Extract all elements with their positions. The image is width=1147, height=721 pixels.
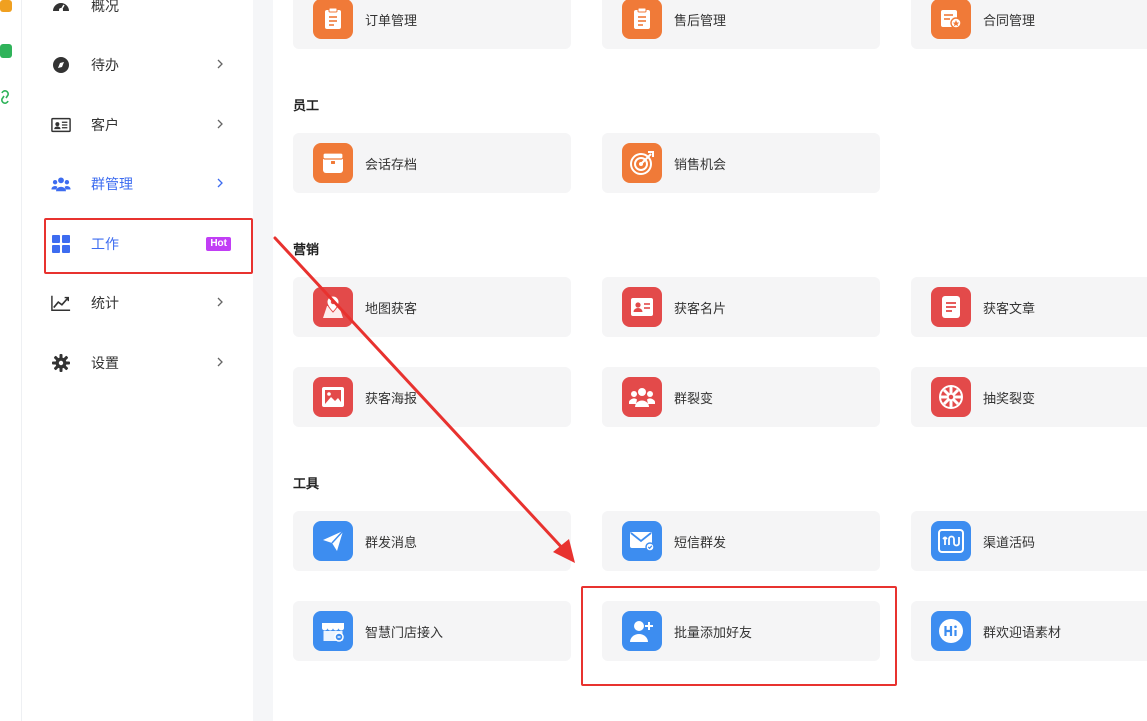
- chevron-right-icon: [217, 297, 223, 307]
- sidebar-item-label: 客户: [91, 117, 119, 133]
- card-label: 获客文章: [983, 300, 1036, 316]
- card-label: 地图获客: [365, 300, 418, 316]
- sidebar: 概况 待办 客户 群管理 工作 Hot 统计 设置: [23, 0, 253, 721]
- add-user-icon: [622, 611, 662, 651]
- business-card-icon: [622, 287, 662, 327]
- card-mass-message[interactable]: 群发消息: [293, 511, 571, 571]
- card-smart-store[interactable]: 智慧门店接入: [293, 601, 571, 661]
- sidebar-item-work[interactable]: 工作 Hot: [45, 224, 251, 264]
- card-sales-opportunity[interactable]: 销售机会: [602, 133, 880, 193]
- card-label: 短信群发: [674, 534, 727, 550]
- card-contract-management[interactable]: 合同管理: [911, 0, 1147, 49]
- sidebar-item-label: 工作: [91, 236, 119, 252]
- card-label: 智慧门店接入: [365, 624, 444, 640]
- card-label: 批量添加好友: [674, 624, 753, 640]
- group-icon: [51, 174, 71, 194]
- card-welcome-material[interactable]: 群欢迎语素材: [911, 601, 1147, 661]
- gear-icon: [51, 353, 71, 373]
- card-label: 会话存档: [365, 156, 418, 172]
- card-label: 销售机会: [674, 156, 727, 172]
- card-label: 渠道活码: [983, 534, 1036, 550]
- card-lottery-fission[interactable]: 抽奖裂变: [911, 367, 1147, 427]
- card-poster[interactable]: 获客海报: [293, 367, 571, 427]
- app-root: 概况 待办 客户 群管理 工作 Hot 统计 设置 订单管理 售后管理 合同管理…: [0, 0, 1147, 721]
- section-title-employee: 员工: [293, 98, 320, 113]
- card-batch-add-friends[interactable]: 批量添加好友: [602, 601, 880, 661]
- chevron-right-icon: [217, 357, 223, 367]
- sidebar-item-settings[interactable]: 设置: [45, 343, 251, 383]
- channel-code-icon: [931, 521, 971, 561]
- card-map-acquisition[interactable]: 地图获客: [293, 277, 571, 337]
- card-sms-broadcast[interactable]: 短信群发: [602, 511, 880, 571]
- grid-icon: [51, 234, 71, 254]
- card-article[interactable]: 获客文章: [911, 277, 1147, 337]
- mail-app-icon[interactable]: [0, 44, 12, 58]
- image-icon: [313, 377, 353, 417]
- archive-icon: [313, 143, 353, 183]
- card-label: 获客海报: [365, 390, 418, 406]
- sidebar-gutter: [253, 0, 273, 721]
- section-title-marketing: 营销: [293, 242, 320, 257]
- card-label: 合同管理: [983, 12, 1036, 28]
- sidebar-item-label: 概况: [91, 0, 119, 14]
- card-label: 群发消息: [365, 534, 418, 550]
- map-pin-icon: [313, 287, 353, 327]
- hi-icon: [931, 611, 971, 651]
- target-icon: [622, 143, 662, 183]
- users-icon: [622, 377, 662, 417]
- sidebar-item-overview[interactable]: 概况: [45, 0, 251, 26]
- compass-icon: [51, 55, 71, 75]
- sidebar-item-todo[interactable]: 待办: [45, 45, 251, 85]
- dashboard-icon: [51, 0, 71, 16]
- app-launcher-icon[interactable]: [0, 0, 12, 12]
- section-title-tools: 工具: [293, 476, 320, 491]
- card-label: 群欢迎语素材: [983, 624, 1062, 640]
- id-card-icon: [51, 115, 71, 135]
- sidebar-item-label: 统计: [91, 295, 119, 311]
- card-channel-code[interactable]: 渠道活码: [911, 511, 1147, 571]
- send-icon: [313, 521, 353, 561]
- work-panel: 订单管理 售后管理 合同管理 员工 会话存档 销售机会 营销 地图获客 获客名片…: [273, 0, 1147, 721]
- document-icon: [931, 287, 971, 327]
- sidebar-item-statistics[interactable]: 统计: [45, 283, 251, 323]
- card-business-card[interactable]: 获客名片: [602, 277, 880, 337]
- chart-icon: [51, 293, 71, 313]
- card-order-management[interactable]: 订单管理: [293, 0, 571, 49]
- card-aftersale-management[interactable]: 售后管理: [602, 0, 880, 49]
- card-label: 获客名片: [674, 300, 727, 316]
- sidebar-item-label: 群管理: [91, 176, 133, 192]
- card-label: 抽奖裂变: [983, 390, 1036, 406]
- chevron-right-icon: [217, 119, 223, 129]
- clipboard-icon: [622, 0, 662, 39]
- sidebar-item-label: 设置: [91, 355, 119, 371]
- store-icon: [313, 611, 353, 651]
- sidebar-item-label: 待办: [91, 57, 119, 73]
- chevron-right-icon: [217, 59, 223, 69]
- card-label: 订单管理: [365, 12, 418, 28]
- card-label: 售后管理: [674, 12, 727, 28]
- sidebar-item-customer[interactable]: 客户: [45, 105, 251, 145]
- link-app-icon[interactable]: [0, 90, 10, 104]
- clipboard-icon: [313, 0, 353, 39]
- wheel-icon: [931, 377, 971, 417]
- chevron-right-icon: [217, 178, 223, 188]
- sidebar-item-group-management[interactable]: 群管理: [45, 164, 251, 204]
- card-label: 群裂变: [674, 390, 714, 406]
- mail-icon: [622, 521, 662, 561]
- contract-icon: [931, 0, 971, 39]
- card-session-archive[interactable]: 会话存档: [293, 133, 571, 193]
- app-strip: [0, 0, 22, 721]
- card-group-fission[interactable]: 群裂变: [602, 367, 880, 427]
- hot-badge: Hot: [206, 237, 231, 251]
